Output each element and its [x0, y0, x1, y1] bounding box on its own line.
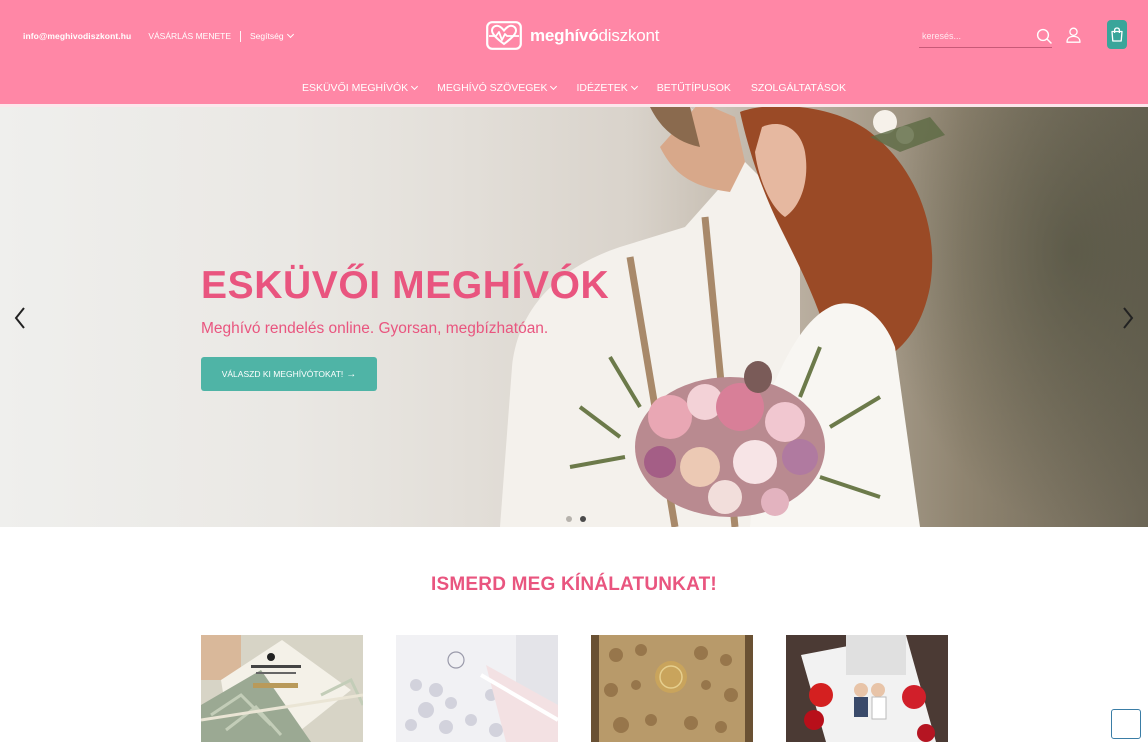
chevron-down-icon	[630, 82, 638, 91]
nav-item-label: MEGHÍVÓ SZÖVEGEK	[437, 82, 548, 94]
chevron-down-icon	[550, 82, 558, 91]
search-box	[919, 24, 1052, 48]
hero-title: ESKÜVŐI MEGHÍVÓK	[201, 264, 610, 307]
help-label: Segítség	[250, 31, 284, 41]
laser-cut-card-image	[201, 635, 363, 742]
chevron-left-icon	[14, 307, 25, 329]
choose-invitations-button[interactable]: VÁLASZD KI MEGHÍVÓTOKAT! →	[201, 357, 377, 391]
lace-white-card-product[interactable]	[396, 635, 558, 742]
slider-dots	[562, 516, 590, 522]
illustrated-couple-card-image	[786, 635, 948, 742]
cart-button[interactable]	[1107, 20, 1127, 49]
top-bar-divider	[240, 30, 242, 42]
chevron-down-icon	[286, 30, 294, 39]
nav-item-wedding-invitations[interactable]: ESKÜVŐI MEGHÍVÓK	[301, 82, 419, 94]
cta-label: VÁLASZD KI MEGHÍVÓTOKAT!	[221, 369, 344, 379]
contact-email-link[interactable]: info@meghivodiszkont.hu	[23, 31, 131, 41]
nav-item-quotes[interactable]: IDÉZETEK	[576, 82, 638, 94]
hero-subtitle: Meghívó rendelés online. Gyorsan, megbíz…	[201, 320, 549, 337]
product-grid	[201, 635, 981, 742]
slider-dot-2[interactable]	[580, 516, 586, 522]
nav-item-invitation-texts[interactable]: MEGHÍVÓ SZÖVEGEK	[437, 82, 558, 94]
cart-icon	[1111, 27, 1123, 42]
main-nav: ESKÜVŐI MEGHÍVÓK MEGHÍVÓ SZÖVEGEK IDÉZET…	[0, 80, 1148, 96]
offers-title: ISMERD MEG KÍNÁLATUNKAT!	[431, 574, 717, 595]
nav-item-label: SZOLGÁLTATÁSOK	[750, 82, 847, 94]
chevron-right-icon	[1123, 307, 1134, 329]
gold-lace-wax-seal-product[interactable]	[591, 635, 753, 742]
site-logo[interactable]: meghívódiszkont	[486, 21, 659, 50]
arrow-right-icon: →	[346, 368, 357, 380]
slider-next-button[interactable]	[1117, 305, 1139, 331]
top-bar: info@meghivodiszkont.hu VÁSÁRLÁS MENETE …	[23, 29, 294, 43]
wedding-couple-photo	[500, 107, 945, 527]
nav-item-services[interactable]: SZOLGÁLTATÁSOK	[751, 82, 846, 94]
nav-item-label: BETŰTÍPUSOK	[656, 82, 731, 94]
search-icon[interactable]	[1036, 28, 1052, 44]
logo-text-light: diszkont	[598, 25, 660, 45]
help-dropdown[interactable]: Segítség	[250, 30, 294, 41]
laser-cut-card-product[interactable]	[201, 635, 363, 742]
slider-prev-button[interactable]	[9, 305, 31, 331]
purchase-process-link[interactable]: VÁSÁRLÁS MENETE	[148, 31, 231, 41]
scroll-to-top-button[interactable]	[1111, 709, 1141, 739]
user-icon[interactable]	[1066, 27, 1081, 43]
search-input[interactable]	[922, 28, 1027, 44]
nav-item-fonts[interactable]: BETŰTÍPUSOK	[657, 82, 731, 94]
heart-logo-icon	[486, 21, 522, 50]
site-header: info@meghivodiszkont.hu VÁSÁRLÁS MENETE …	[0, 0, 1148, 104]
chevron-down-icon	[411, 82, 419, 91]
illustrated-couple-card-product[interactable]	[786, 635, 948, 742]
gold-lace-wax-seal-image	[591, 635, 753, 742]
logo-text-bold: meghívó	[530, 25, 599, 45]
nav-item-label: IDÉZETEK	[576, 82, 628, 94]
slider-dot-1[interactable]	[566, 516, 572, 522]
lace-white-card-image	[396, 635, 558, 742]
hero-slider: ESKÜVŐI MEGHÍVÓK Meghívó rendelés online…	[0, 107, 1148, 527]
nav-item-label: ESKÜVŐI MEGHÍVÓK	[301, 82, 409, 94]
logo-text: meghívódiszkont	[530, 26, 659, 46]
